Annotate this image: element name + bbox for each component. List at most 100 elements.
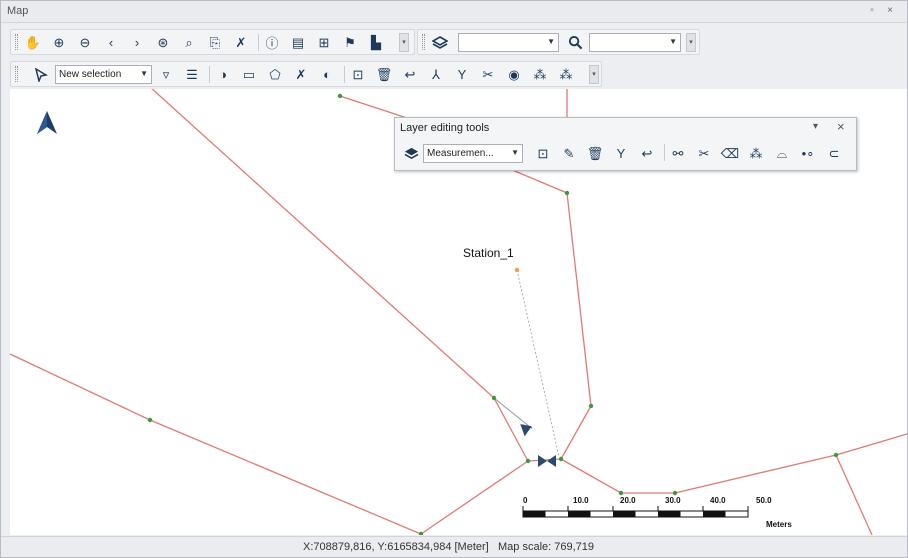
layers-icon[interactable] bbox=[430, 33, 450, 52]
scalebar-tick-label: 0 bbox=[523, 496, 528, 505]
close-button[interactable]: × bbox=[883, 4, 897, 18]
vertex-icon[interactable]: ⁂ bbox=[530, 65, 550, 84]
pipe-line[interactable] bbox=[835, 454, 873, 535]
zoom-to-selection-icon[interactable]: ⌕ bbox=[179, 33, 199, 52]
mouse-icon[interactable]: ◑ bbox=[213, 65, 233, 84]
window-title: Map bbox=[7, 5, 29, 17]
chevron-down-icon: ▼ bbox=[511, 148, 519, 157]
rectangle-icon[interactable]: ▭ bbox=[239, 65, 259, 84]
list-icon[interactable]: ☰ bbox=[182, 65, 202, 84]
merge-icon[interactable]: Y bbox=[452, 65, 472, 84]
invert-icon[interactable]: ◐ bbox=[317, 65, 337, 84]
delete-icon[interactable]: 🗑 bbox=[585, 144, 605, 163]
layer-search-toolbar: ▼ ▼ ▾ bbox=[417, 29, 700, 55]
node[interactable] bbox=[618, 490, 624, 496]
node[interactable] bbox=[588, 403, 594, 409]
back-icon[interactable]: ‹ bbox=[101, 33, 121, 52]
vertex-icon[interactable]: ⁂ bbox=[746, 144, 766, 163]
chart-icon[interactable]: ▙ bbox=[366, 33, 386, 52]
title-bar: Map ▫ × bbox=[1, 1, 907, 23]
pipe-line[interactable] bbox=[420, 460, 529, 535]
undo-icon[interactable]: ↩ bbox=[400, 65, 420, 84]
search-icon[interactable] bbox=[565, 33, 585, 52]
toolbar-grip[interactable] bbox=[422, 34, 425, 50]
layer-editing-panel: Layer editing tools ▾ × Measuremen... ▼ … bbox=[394, 117, 857, 171]
eraser-icon[interactable]: ⌫ bbox=[720, 144, 740, 163]
panel-menu-button[interactable]: ▾ bbox=[813, 121, 818, 132]
info-icon[interactable]: ⓘ bbox=[262, 33, 282, 52]
toolbar-overflow-button[interactable]: ▾ bbox=[686, 33, 696, 52]
pointer-icon[interactable] bbox=[31, 65, 51, 84]
layer-editing-title: Layer editing tools bbox=[400, 122, 490, 134]
node[interactable] bbox=[337, 93, 343, 99]
toolbar-grip[interactable] bbox=[15, 34, 18, 50]
node[interactable] bbox=[525, 458, 531, 464]
forward-icon[interactable]: › bbox=[127, 33, 147, 52]
new-feature-icon[interactable]: ⊡ bbox=[348, 65, 368, 84]
toolbar-overflow-button[interactable]: ▾ bbox=[589, 65, 599, 84]
pencil-icon[interactable]: ✎ bbox=[559, 144, 579, 163]
pipe-line[interactable] bbox=[339, 95, 411, 120]
dots-icon[interactable]: •∘ bbox=[798, 144, 818, 163]
flag-icon[interactable]: ⚑ bbox=[340, 33, 360, 52]
pan-icon[interactable]: ✋ bbox=[23, 33, 43, 52]
polygon-icon[interactable]: ⬠ bbox=[265, 65, 285, 84]
pipe-line[interactable] bbox=[509, 168, 592, 460]
chevron-down-icon: ▼ bbox=[140, 69, 148, 78]
selection-mode-value: New selection bbox=[59, 69, 122, 80]
node[interactable] bbox=[564, 190, 570, 196]
edit-layer-combo[interactable]: Measuremen... ▼ bbox=[423, 144, 523, 163]
map-window: Map ▫ × ✋ ⊕ ⊖ ‹ › ⊛ ⌕ ⎘ ✗ ⓘ ▤ ⊞ ⚑ ▙ ▾ ▼ ▼ ▾ New select bbox=[0, 0, 908, 558]
toolbar-separator bbox=[209, 66, 210, 83]
node[interactable] bbox=[491, 395, 497, 401]
selection-mode-combo[interactable]: New selection ▼ bbox=[55, 65, 152, 84]
layers-icon[interactable] bbox=[401, 144, 421, 163]
toolbar-grip[interactable] bbox=[15, 66, 18, 82]
table-icon[interactable]: ▤ bbox=[288, 33, 308, 52]
toolbar-separator bbox=[344, 66, 345, 83]
merge-icon[interactable]: Y bbox=[611, 144, 631, 163]
search-combo[interactable]: ▼ bbox=[589, 33, 681, 52]
scalebar-tick-label: 40.0 bbox=[710, 496, 726, 505]
chevron-down-icon: ▼ bbox=[669, 37, 677, 46]
node[interactable] bbox=[672, 490, 678, 496]
valve-symbol[interactable] bbox=[520, 421, 534, 437]
toolbar-overflow-button[interactable]: ▾ bbox=[399, 33, 409, 52]
scalebar-tick-label: 20.0 bbox=[620, 496, 636, 505]
toggle-icon[interactable]: ◉ bbox=[504, 65, 524, 84]
split-icon[interactable]: ⅄ bbox=[426, 65, 446, 84]
zoom-out-icon[interactable]: ⊖ bbox=[75, 33, 95, 52]
filter-select-icon[interactable]: ▿ bbox=[156, 65, 176, 84]
layer-combo[interactable]: ▼ bbox=[458, 33, 559, 52]
scalebar-tick-label: 30.0 bbox=[665, 496, 681, 505]
selection-editing-toolbar: New selection ▼ ▿ ☰ ◑ ▭ ⬠ ✗ ◐ ⊡ 🗑 ↩ ⅄ Y ✂ ◉ ⁂ ⁂ ▾ bbox=[10, 61, 602, 87]
scissors-icon[interactable]: ✂ bbox=[694, 144, 714, 163]
new-feature-icon[interactable]: ⊡ bbox=[533, 144, 553, 163]
node[interactable] bbox=[833, 452, 839, 458]
clear-selection-icon[interactable]: ✗ bbox=[231, 33, 251, 52]
copy-map-icon[interactable]: ⎘ bbox=[205, 33, 225, 52]
node[interactable] bbox=[558, 456, 564, 462]
undo-icon[interactable]: ↩ bbox=[637, 144, 657, 163]
scissors-icon[interactable]: ✂ bbox=[478, 65, 498, 84]
vertex-edit-icon[interactable]: ⁂ bbox=[556, 65, 576, 84]
map-scale: Map scale: 769,719 bbox=[498, 541, 595, 553]
dome-icon[interactable]: ⌓ bbox=[772, 144, 792, 163]
delete-icon[interactable]: 🗑 bbox=[374, 65, 394, 84]
pipe-line[interactable] bbox=[560, 433, 907, 494]
link-icon[interactable]: ⚯ bbox=[668, 144, 688, 163]
station-label[interactable]: Station_1 bbox=[463, 246, 514, 260]
panel-close-button[interactable]: × bbox=[837, 119, 845, 134]
toggle-icon[interactable]: ⊂ bbox=[824, 144, 844, 163]
zoom-in-icon[interactable]: ⊕ bbox=[49, 33, 69, 52]
station-point[interactable] bbox=[514, 267, 520, 273]
edit-layer-value: Measuremen... bbox=[427, 148, 494, 159]
full-extent-icon[interactable]: ⊛ bbox=[153, 33, 173, 52]
pipe-line[interactable] bbox=[10, 353, 422, 535]
restore-button[interactable]: ▫ bbox=[865, 4, 879, 18]
node[interactable] bbox=[147, 417, 153, 423]
deselect-icon[interactable]: ✗ bbox=[291, 65, 311, 84]
navigation-toolbar: ✋ ⊕ ⊖ ‹ › ⊛ ⌕ ⎘ ✗ ⓘ ▤ ⊞ ⚑ ▙ ▾ bbox=[10, 29, 415, 55]
grid-icon[interactable]: ⊞ bbox=[314, 33, 334, 52]
pump-symbol[interactable] bbox=[538, 455, 556, 467]
